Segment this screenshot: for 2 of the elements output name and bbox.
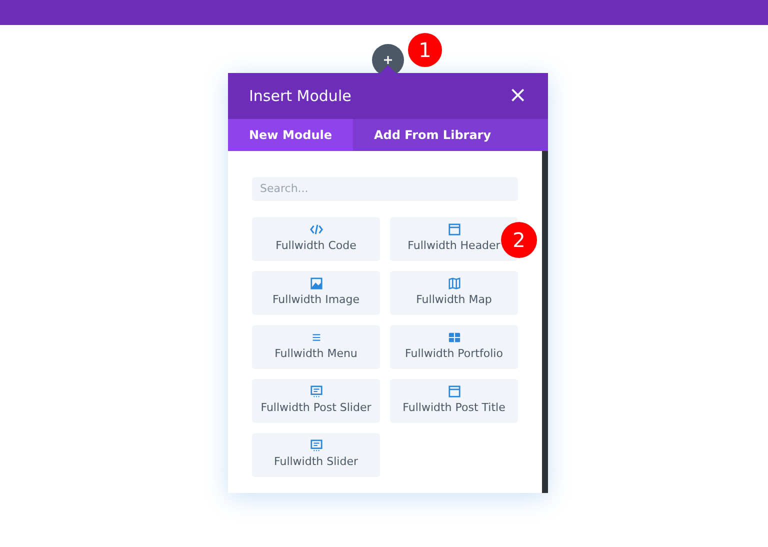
step-badge-tooltip: 1 (408, 33, 442, 67)
dialog-title: Insert Module (249, 86, 352, 107)
